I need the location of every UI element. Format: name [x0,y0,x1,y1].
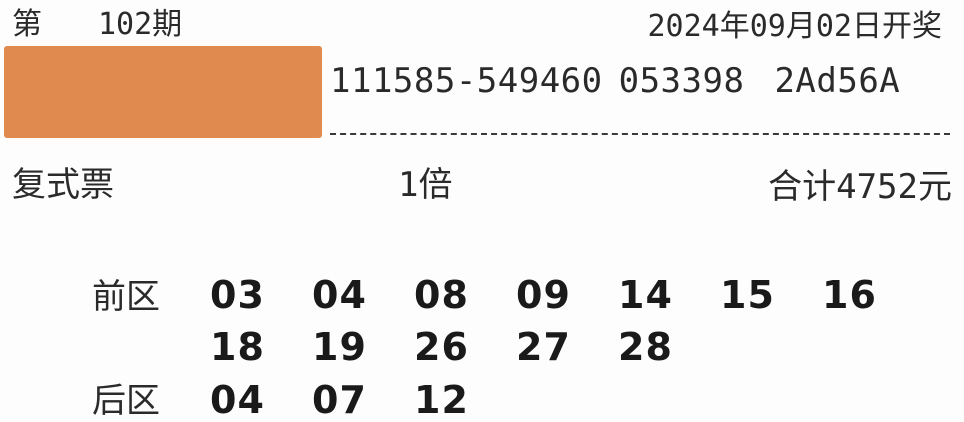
serial-part-1: 111585-549460 [330,61,603,101]
lottery-ticket: 第 102期 2024年09月02日开奖 111585-549460 053398 2… [0,0,964,422]
back-zone-label: 后区 [92,381,160,421]
serial-part-2: 053398 [618,61,745,101]
draw-date: 2024年09月02日开奖 [647,9,943,44]
front-number: 15 [720,273,775,317]
issue-value: 102期 [98,7,183,42]
issue-prefix: 第 [12,7,42,42]
back-number: 07 [312,378,367,422]
back-zone-row: 04 07 12 [210,381,516,419]
back-number: 04 [210,378,265,422]
front-number: 09 [516,273,571,317]
back-number: 12 [414,378,469,422]
front-number: 03 [210,273,265,317]
front-number: 27 [516,325,571,369]
front-number: 08 [414,273,469,317]
front-zone-label: 前区 [92,277,160,317]
front-number: 16 [822,273,877,317]
ticket-total: 合计4752元 [768,167,952,207]
ticket-multiple: 1倍 [398,165,453,205]
front-number: 04 [312,273,367,317]
serial-number: 111585-549460 053398 2Ad56A [330,64,900,98]
issue-number: 第 102期 [12,10,182,40]
front-zone-row-1: 03 04 08 09 14 15 16 [210,276,924,314]
redaction-block [4,46,322,138]
ticket-type: 复式票 [12,165,114,205]
front-number: 28 [618,325,673,369]
front-number: 14 [618,273,673,317]
front-zone-row-2: 18 19 26 27 28 [210,328,720,366]
front-number: 19 [312,325,367,369]
front-number: 26 [414,325,469,369]
serial-part-3: 2Ad56A [774,61,901,101]
front-number: 18 [210,325,265,369]
dashed-divider [330,133,950,135]
